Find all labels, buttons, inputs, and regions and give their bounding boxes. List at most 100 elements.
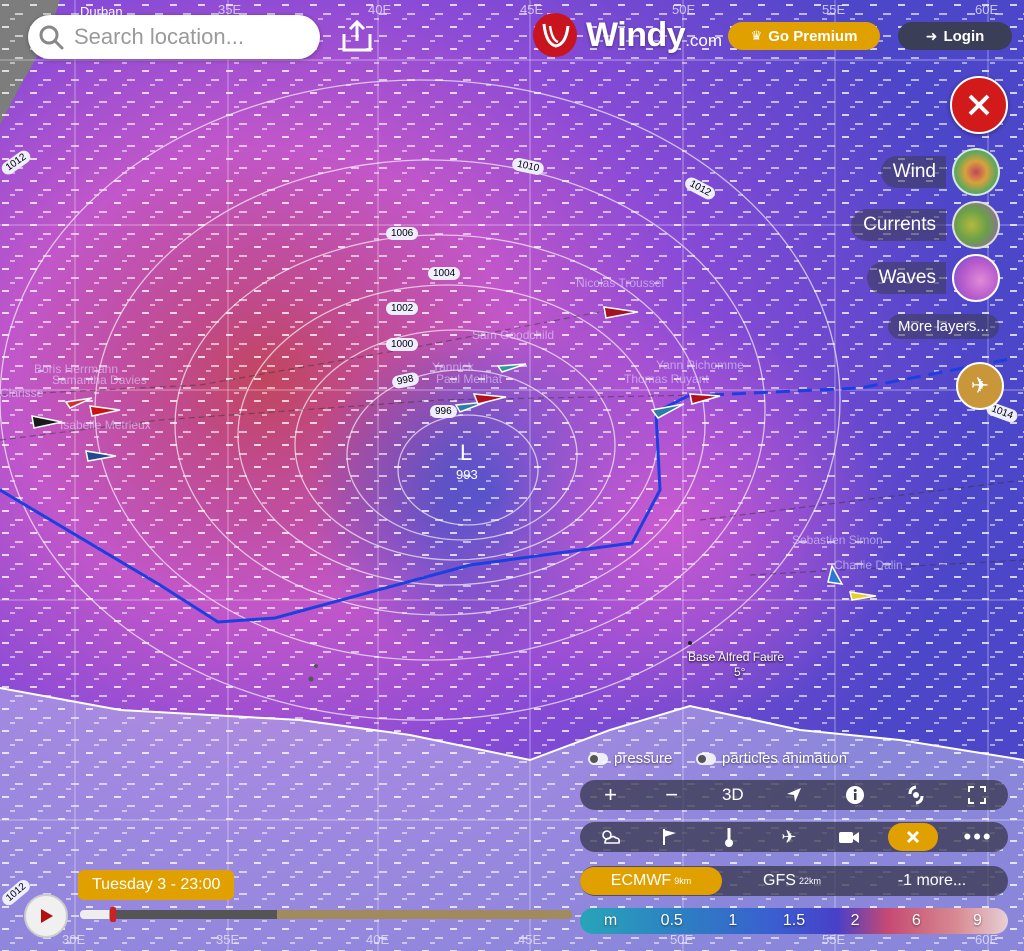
plane-icon[interactable]: ✈ [769, 823, 809, 851]
longitude-label: 40E [368, 2, 392, 17]
model-selector: ECMWF 9km GFS 22km -1 more... [580, 866, 1008, 896]
zoom-out-button[interactable]: − [652, 781, 692, 809]
sailor-label: Samantha Davies [52, 373, 147, 387]
isobar-label: 1006 [386, 227, 419, 240]
model-ecmwf[interactable]: ECMWF 9km [580, 867, 722, 895]
upload-icon[interactable] [338, 18, 376, 54]
low-pressure-value: 993 [456, 467, 478, 482]
map-controls-toolbar: + − 3D [580, 780, 1008, 810]
sailor-label: Clarisse [0, 386, 44, 400]
legend-value: 1.5 [782, 912, 806, 929]
isobar-label: 1000 [386, 338, 419, 351]
close-button[interactable] [950, 76, 1008, 134]
timeline-track[interactable] [80, 910, 572, 919]
longitude-label: 55E [822, 932, 846, 947]
login-button[interactable]: ➜ Login [898, 22, 1012, 50]
legend-unit: m [603, 912, 618, 929]
model-resolution: 9km [674, 876, 692, 886]
station-temp: 5° [734, 665, 746, 679]
model-gfs[interactable]: GFS 22km [722, 872, 862, 890]
zoom-in-button[interactable]: + [591, 781, 631, 809]
pressure-label: pressure [614, 750, 673, 767]
3d-button[interactable]: 3D [713, 781, 753, 809]
logo-suffix: .com [685, 31, 723, 50]
longitude-label: 60E [975, 2, 999, 17]
fullscreen-icon[interactable] [957, 781, 997, 809]
windy-logo-icon [533, 13, 577, 57]
longitude-label: 35E [216, 932, 240, 947]
layer-wind[interactable]: Wind [880, 148, 1000, 196]
sailor-label: Sam Goodchild [472, 328, 555, 342]
currents-layer-icon [952, 201, 1000, 249]
longitude-label: 30E [62, 932, 86, 947]
wave-height-legend: m 0.5 1 1.5 2 6 9 [580, 908, 1008, 934]
more-models-button[interactable]: -1 more... [862, 872, 1002, 890]
legend-value: 9 [972, 912, 982, 929]
waves-layer-icon [952, 254, 1000, 302]
layer-label: Waves [866, 262, 946, 294]
model-name: GFS [763, 872, 796, 889]
thermometer-icon[interactable] [709, 823, 749, 851]
sailor-label: Charlie Dalin [834, 558, 903, 572]
station-name: Base Alfred Faure [688, 650, 785, 664]
close-icon [968, 94, 990, 116]
overlay-toolbar: ✈ ••• [580, 822, 1008, 852]
model-resolution: 22km [798, 876, 821, 886]
play-icon [41, 909, 53, 923]
longitude-label: 55E [822, 2, 846, 17]
plane-icon: ✈ [970, 373, 990, 398]
model-name: ECMWF [610, 872, 672, 889]
wind-layer-icon [952, 148, 1000, 196]
particles-toggle[interactable]: particles animation [696, 750, 847, 767]
close-overlay-button[interactable] [888, 823, 939, 851]
longitude-label: 60E [975, 932, 999, 947]
flag-icon[interactable] [650, 823, 690, 851]
camera-icon[interactable] [829, 823, 869, 851]
layer-label: Wind [880, 156, 946, 188]
sailor-label: Thomas Ruyant [624, 372, 709, 386]
premium-label: Go Premium [768, 27, 858, 45]
isobar-label: 996 [430, 405, 457, 418]
login-label: Login [943, 27, 985, 45]
info-icon[interactable] [835, 781, 875, 809]
search-box[interactable] [28, 15, 320, 59]
play-button[interactable] [24, 894, 68, 938]
weather-icon[interactable] [590, 823, 630, 851]
legend-value: 6 [911, 912, 921, 929]
timeline-date-label: Tuesday 3 - 23:00 [78, 870, 235, 900]
search-icon [39, 25, 64, 50]
sailor-label: Yann Richomme [656, 358, 744, 372]
legend-value: 0.5 [660, 912, 683, 929]
legend-value: 1 [728, 912, 738, 929]
more-icon[interactable]: ••• [958, 823, 998, 851]
location-arrow-icon[interactable] [774, 781, 814, 809]
pressure-toggle[interactable]: pressure [588, 750, 672, 767]
search-input[interactable] [72, 23, 316, 51]
hurricane-icon[interactable] [896, 781, 936, 809]
login-icon: ➜ [925, 27, 938, 44]
isobar-label: 1002 [386, 302, 419, 315]
layer-waves[interactable]: Waves [866, 254, 1000, 302]
toggle-switch[interactable] [696, 752, 716, 765]
sailor-label: Sebastien Simon [792, 533, 883, 547]
crown-icon: ♛ [750, 28, 763, 43]
plane-button[interactable]: ✈ [956, 362, 1004, 410]
layer-currents[interactable]: Currents [851, 201, 1000, 249]
more-layers-button[interactable]: More layers... [888, 314, 999, 339]
go-premium-button[interactable]: ♛ Go Premium [728, 22, 880, 50]
toggle-switch[interactable] [588, 752, 608, 765]
sailor-label: Nicolas Troussel [576, 276, 665, 290]
longitude-label: 45E [518, 932, 542, 947]
windy-logo[interactable]: Windy .com [532, 12, 722, 58]
sailor-label: Isabelle Metrieux [60, 418, 151, 432]
timeline-handle[interactable] [110, 907, 116, 922]
layer-label: Currents [851, 209, 946, 241]
low-pressure-symbol: L [460, 440, 473, 465]
close-icon [907, 830, 920, 844]
isobar-label: 1004 [428, 267, 461, 280]
longitude-label: 50E [670, 932, 694, 947]
logo-text: Windy [586, 15, 686, 54]
particles-label: particles animation [722, 750, 848, 767]
legend-value: 2 [850, 912, 860, 929]
longitude-label: 40E [366, 932, 390, 947]
